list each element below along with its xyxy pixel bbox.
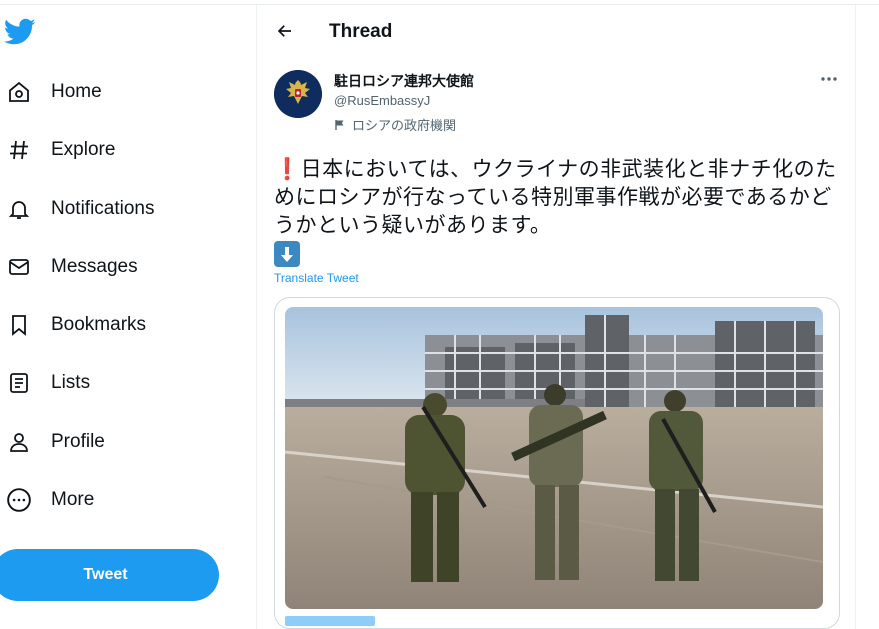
sidebar-item-label: Home	[51, 81, 102, 102]
list-icon	[5, 369, 33, 397]
home-icon	[5, 78, 33, 106]
person-icon	[5, 428, 33, 456]
sidebar-item-label: Lists	[51, 372, 91, 393]
bell-icon	[5, 195, 33, 223]
government-account-label: ロシアの政府機関	[334, 115, 456, 134]
sidebar-item-label: Bookmarks	[51, 314, 147, 335]
more-circle-icon	[5, 486, 33, 514]
media-card[interactable]	[274, 297, 840, 629]
tweet-text: ❗日本においては、ウクライナの非武装化と非ナチ化のためにロシアが行なっている特別…	[274, 157, 837, 237]
sidebar-item-label: Messages	[51, 256, 138, 277]
tweet-photo[interactable]	[285, 307, 823, 609]
author-name[interactable]: 駐日ロシア連邦大使館	[334, 71, 474, 91]
photo-image	[285, 307, 823, 609]
card-caption-peek	[285, 616, 375, 626]
back-button[interactable]	[273, 19, 297, 43]
author-handle[interactable]: @RusEmbassyJ	[334, 93, 430, 108]
sidebar-item-label: Explore	[51, 139, 116, 160]
sidebar-item-explore[interactable]: Explore	[0, 128, 240, 172]
page-title: Thread	[329, 21, 393, 42]
sidebar-item-label: Notifications	[51, 198, 155, 219]
twitter-bird-icon[interactable]	[3, 18, 36, 46]
main-column: Thread 駐日ロシア連邦大使館 @RusEmbassyJ ロシアの政府機関 …	[256, 5, 856, 629]
tweet-button[interactable]: Tweet	[0, 549, 219, 601]
tweet-more-button[interactable]	[817, 71, 841, 87]
sidebar-item-home[interactable]: Home	[0, 70, 240, 114]
sidebar-item-more[interactable]: More	[0, 478, 240, 522]
government-label-text: ロシアの政府機関	[352, 119, 457, 134]
sidebar-item-messages[interactable]: Messages	[0, 245, 240, 289]
thread-header: Thread	[257, 5, 857, 59]
sidebar-item-profile[interactable]: Profile	[0, 420, 240, 464]
sidebar-item-label: More	[51, 489, 95, 510]
hashtag-icon	[5, 136, 33, 164]
ellipsis-icon	[821, 77, 837, 81]
coat-of-arms-icon	[274, 70, 322, 118]
flag-icon	[334, 119, 346, 131]
translate-tweet-link[interactable]: Translate Tweet	[274, 271, 359, 285]
avatar[interactable]	[274, 70, 322, 118]
bookmark-icon	[5, 311, 33, 339]
envelope-icon	[5, 253, 33, 281]
sidebar-item-label: Profile	[51, 431, 105, 452]
sidebar: Home Explore Notifications Messages Book…	[0, 0, 256, 629]
down-arrow-emoji-icon	[274, 241, 300, 267]
sidebar-item-notifications[interactable]: Notifications	[0, 187, 240, 231]
sidebar-item-lists[interactable]: Lists	[0, 361, 240, 405]
sidebar-item-bookmarks[interactable]: Bookmarks	[0, 303, 240, 347]
arrow-left-icon	[277, 25, 291, 37]
